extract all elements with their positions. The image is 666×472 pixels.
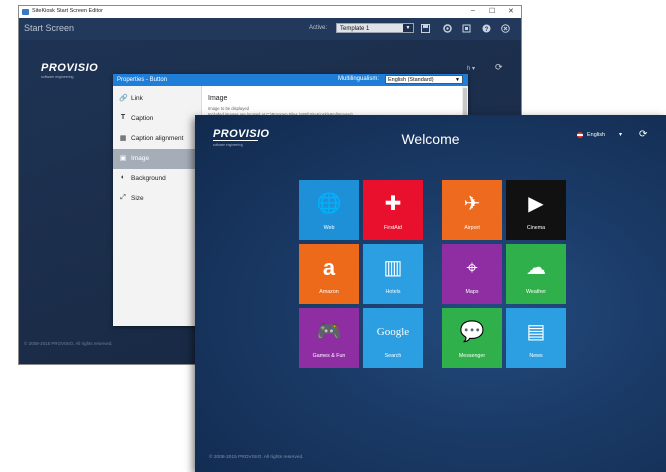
window-title: SiteKiosk Start Screen Editor (32, 8, 103, 14)
us-flag-icon (577, 132, 583, 138)
help-icon[interactable]: ? (482, 24, 491, 33)
tile-label: Cinema (526, 225, 546, 231)
tile-label: Hotels (385, 289, 401, 295)
logo-subtitle: software engineering (41, 75, 74, 79)
image-icon: ▣ (119, 155, 127, 162)
text-icon: T (120, 114, 126, 121)
tile-news[interactable]: ▤ News (506, 308, 566, 368)
newspaper-icon: ▤ (526, 321, 546, 343)
properties-header: Properties - Button Multilingualism: Eng… (113, 74, 468, 86)
tile-label: Games & Fun (312, 353, 346, 359)
tile-web[interactable]: 🌐 Web (299, 180, 359, 240)
copyright-text: © 2008-2015 PROVISIO. All rights reserve… (209, 455, 304, 460)
map-pin-icon: ⌖ (466, 257, 478, 279)
template-select[interactable]: Template 1 ▼ (336, 23, 414, 33)
sidebar-item-label: Caption alignment (131, 135, 184, 142)
properties-title: Properties - Button (117, 77, 168, 83)
tile-hotels[interactable]: ▥ Hotels (363, 244, 423, 304)
signout-icon: ⟳ (495, 62, 503, 72)
tile-label: FirstAid (384, 225, 402, 231)
sidebar-item-label: Size (131, 195, 144, 202)
save-icon[interactable] (421, 24, 430, 33)
svg-text:?: ? (485, 27, 489, 33)
tile-maps[interactable]: ⌖ Maps (442, 244, 502, 304)
gamepad-icon: 🎮 (316, 321, 342, 343)
tile-label: Airport (464, 225, 480, 231)
signout-icon[interactable]: ⟳ (639, 129, 647, 140)
amazon-icon: a (322, 255, 336, 280)
building-icon: ▥ (383, 257, 403, 279)
alignment-icon: ▦ (119, 135, 127, 142)
tile-label: Messenger (458, 353, 486, 359)
tile-weather[interactable]: ☁ Weather (506, 244, 566, 304)
sidebar-item-caption[interactable]: T Caption (113, 109, 201, 129)
language-select-value: English (Standard) (388, 77, 434, 83)
sidebar-item-size[interactable]: ⤢ Size (113, 189, 201, 209)
tile-label: Maps (465, 289, 479, 295)
start-screen-preview: PROVISIO software engineering Welcome En… (195, 115, 666, 472)
sidebar-item-image[interactable]: ▣ Image (113, 149, 201, 169)
sidebar-item-label: Link (131, 95, 143, 102)
tile-messenger[interactable]: 💬 Messenger (442, 308, 502, 368)
tile-label: Amazon (319, 289, 339, 295)
minimize-button[interactable]: – (471, 7, 475, 14)
globe-icon: 🌐 (316, 193, 342, 215)
template-select-value: Template 1 (340, 26, 370, 32)
sidebar-item-link[interactable]: 🔗 Link (113, 89, 201, 109)
first-aid-icon: ✚ (384, 193, 402, 215)
tile-airport[interactable]: ✈ Airport (442, 180, 502, 240)
fullscreen-icon[interactable] (462, 24, 471, 33)
sidebar-item-label: Background (131, 175, 166, 182)
chat-icon: 💬 (459, 321, 485, 343)
google-icon: Google (376, 326, 410, 338)
maximize-button[interactable]: ☐ (489, 7, 495, 15)
chevron-down-icon[interactable]: ▾ (619, 131, 622, 138)
sidebar-item-label: Caption (131, 115, 154, 122)
tile-label: News (529, 353, 543, 359)
chevron-down-icon: ▼ (403, 24, 413, 32)
sidebar-item-background[interactable]: ◐ Background (113, 169, 201, 189)
properties-sidebar: 🔗 Link T Caption ▦ Caption alignment ▣ I… (113, 86, 202, 326)
active-template-label: Active: (309, 25, 328, 31)
toolbar-title: Start Screen (24, 23, 75, 33)
tile-firstaid[interactable]: ✚ FirstAid (363, 180, 423, 240)
tile-amazon[interactable]: a Amazon (299, 244, 359, 304)
background-icon: ◐ (120, 174, 126, 181)
multilingualism-label: Multilingualism: (338, 76, 380, 82)
sidebar-item-label: Image (131, 155, 150, 162)
tile-games-fun[interactable]: 🎮 Games & Fun (299, 308, 359, 368)
size-icon: ⤢ (120, 194, 126, 201)
copyright-text: © 2008-2015 PROVISIO. All rights reserve… (24, 341, 113, 346)
language-selector-ghost: h ▾ (467, 66, 476, 72)
close-window-button[interactable]: ✕ (508, 7, 514, 15)
cloud-sun-icon: ☁ (526, 257, 546, 279)
settings-icon[interactable] (443, 24, 452, 33)
link-icon: 🔗 (119, 95, 128, 102)
chevron-down-icon: ▼ (455, 77, 460, 83)
tile-cinema[interactable]: ▶ Cinema (506, 180, 566, 240)
tile-label: Search (384, 353, 402, 359)
app-icon (22, 9, 29, 15)
language-selector[interactable]: English (587, 132, 605, 138)
provisio-logo: PROVISIO (41, 62, 99, 74)
editor-titlebar: SiteKiosk Start Screen Editor – ☐ ✕ (19, 6, 521, 18)
content-heading: Image (208, 95, 228, 102)
editor-toolbar: Start Screen Active: Template 1 ▼ ? (19, 18, 521, 40)
close-icon[interactable] (501, 24, 510, 33)
tile-search[interactable]: Google Search (363, 308, 423, 368)
sidebar-item-caption-alignment[interactable]: ▦ Caption alignment (113, 129, 201, 149)
content-description: Image to be displayed (208, 106, 249, 111)
tile-label: Web (323, 225, 335, 231)
tile-label: Weather (526, 289, 546, 295)
clapperboard-icon: ▶ (528, 193, 544, 215)
airplane-icon: ✈ (463, 193, 481, 215)
language-select[interactable]: English (Standard) ▼ (385, 75, 463, 84)
